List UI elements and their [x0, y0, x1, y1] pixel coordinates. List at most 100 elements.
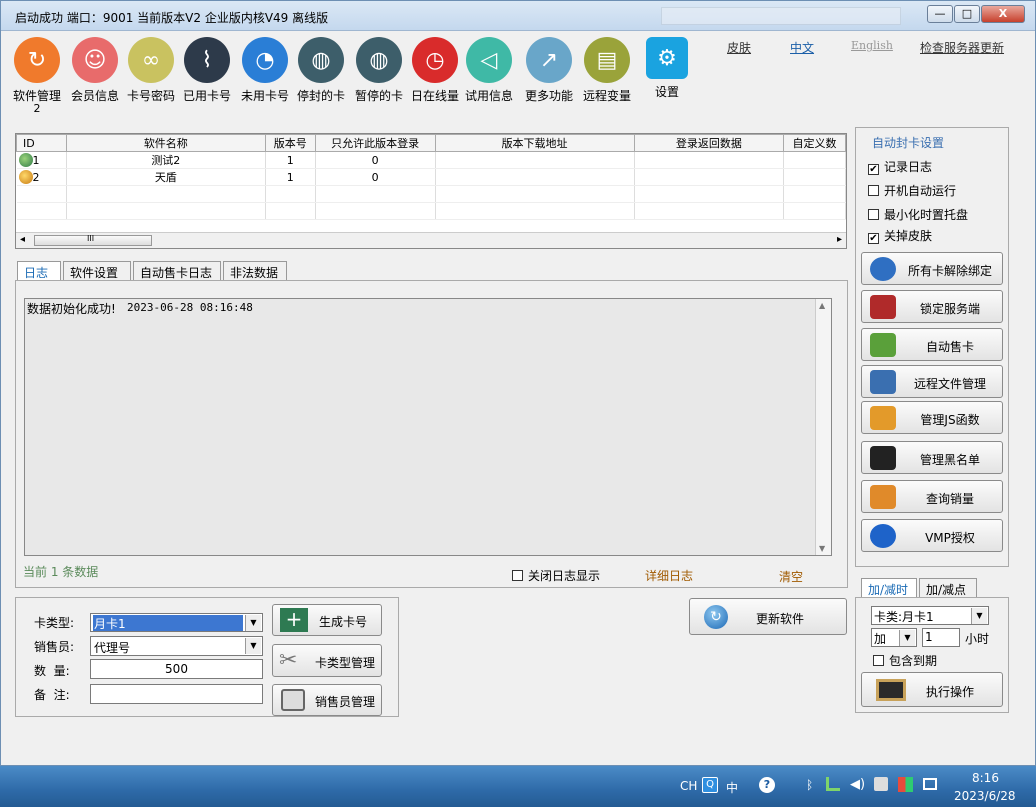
toolbar-item-0[interactable]: ↻ 软件管理 2: [9, 37, 65, 114]
scroll-left-arrow-icon[interactable]: ◂: [20, 234, 25, 245]
vmp-auth-button[interactable]: VMP授权: [861, 519, 1003, 552]
language-indicator[interactable]: CH: [680, 779, 697, 793]
auto-sell-button[interactable]: 自动售卡: [861, 328, 1003, 361]
log-vertical-scrollbar[interactable]: ▲ ▼: [815, 299, 831, 555]
toolbar-item-5[interactable]: ◍ 停封的卡: [293, 37, 349, 104]
card-type-select[interactable]: 月卡1 ▼: [90, 613, 263, 632]
scrollbar-thumb[interactable]: III: [34, 234, 152, 246]
toolbar-item-4[interactable]: ◔ 未用卡号: [237, 37, 293, 104]
seller-select[interactable]: 代理号 ▼: [90, 636, 263, 656]
setting-checkbox-0[interactable]: ✔ 记录日志: [868, 158, 932, 175]
close-button[interactable]: X: [981, 5, 1025, 23]
minimize-button[interactable]: —: [927, 5, 953, 23]
operation-select[interactable]: 加 ▼: [871, 628, 917, 647]
table-row[interactable]: 1 测试2 1 0: [16, 151, 846, 169]
setting-checkbox-1[interactable]: 开机自动运行: [868, 182, 956, 199]
horizontal-scrollbar[interactable]: ◂ III ▸: [16, 232, 846, 248]
globe-icon: [18, 153, 33, 167]
scroll-down-icon[interactable]: ▼: [819, 544, 825, 553]
setting-checkbox-2[interactable]: 最小化时置托盘: [868, 206, 968, 223]
lock-server-button[interactable]: 锁定服务端: [861, 290, 1003, 323]
ime-indicator[interactable]: 中: [726, 779, 738, 796]
action-center-icon[interactable]: [923, 778, 937, 790]
unbind-all-button[interactable]: 所有卡解除绑定: [861, 252, 1003, 285]
chevron-down-icon[interactable]: ▼: [245, 638, 261, 654]
close-log-checkbox[interactable]: 关闭日志显示: [512, 567, 600, 584]
english-link[interactable]: English: [851, 39, 893, 52]
toolbar-item-10[interactable]: ▤ 远程变量: [579, 37, 635, 104]
addsub-card-type-select[interactable]: 卡类:月卡1 ▼: [871, 606, 989, 625]
execute-button[interactable]: 执行操作: [861, 672, 1003, 707]
volume-icon[interactable]: ◀): [850, 777, 865, 792]
toolbar-item-8[interactable]: ◁ 试用信息: [461, 37, 517, 104]
tab-software-settings[interactable]: 软件设置: [63, 261, 131, 281]
toolbar-item-2[interactable]: ∞ 卡号密码: [123, 37, 179, 104]
software-table[interactable]: ID 软件名称 版本号 只允许此版本登录 版本下载地址 登录返回数据 自定义数 …: [15, 133, 847, 249]
windows-flag-icon[interactable]: [898, 777, 913, 792]
toolbar-item-6[interactable]: ◍ 暂停的卡: [351, 37, 407, 104]
network-icon[interactable]: [826, 777, 840, 791]
security-icon[interactable]: [874, 777, 888, 791]
toolbar-item-3[interactable]: ⌇ 已用卡号: [179, 37, 235, 104]
tab-illegal-data[interactable]: 非法数据: [223, 261, 287, 281]
title-search-box[interactable]: [661, 7, 901, 25]
amount-input[interactable]: 1: [922, 628, 960, 647]
check-update-link[interactable]: 检查服务器更新: [920, 39, 1004, 56]
tab-auto-sell-log[interactable]: 自动售卡日志: [133, 261, 221, 281]
search-icon[interactable]: Q: [702, 777, 718, 793]
skin-link[interactable]: 皮肤: [727, 39, 751, 56]
toolbar-item-7[interactable]: ◷ 日在线量: [407, 37, 463, 104]
row-name: 测试2: [66, 151, 266, 169]
toolbar-label: 停封的卡: [296, 89, 345, 103]
setting-checkbox-3[interactable]: ✔ 关掉皮肤: [868, 227, 932, 244]
scroll-up-icon[interactable]: ▲: [819, 301, 825, 310]
paperclip-icon: ⌇: [184, 37, 230, 83]
col-name[interactable]: 软件名称: [65, 134, 266, 152]
toolbar-item-9[interactable]: ↗ 更多功能: [521, 37, 577, 104]
main-toolbar: ↻ 软件管理 2 ☺ 会员信息 ∞ 卡号密码 ⌇ 已用卡号 ◔ 未用卡号 ◍ 停封的卡 ◍ 暂停的卡 ◷ 日在线…: [9, 37, 699, 115]
file-icon: [870, 370, 896, 394]
seller-manage-button[interactable]: 销售员管理: [272, 684, 382, 716]
scroll-right-arrow-icon[interactable]: ▸: [837, 234, 842, 245]
chevron-down-icon[interactable]: ▼: [971, 608, 987, 624]
clock-date[interactable]: 2023/6/28: [954, 789, 1016, 803]
note-input[interactable]: [90, 684, 263, 704]
chinese-link[interactable]: 中文: [790, 39, 814, 56]
chevron-down-icon[interactable]: ▼: [245, 615, 261, 631]
col-download-url[interactable]: 版本下载地址: [434, 134, 635, 152]
col-id[interactable]: ID: [16, 134, 67, 152]
remote-file-button[interactable]: 远程文件管理: [861, 365, 1003, 398]
toolbar-item-1[interactable]: ☺ 会员信息: [67, 37, 123, 104]
log-time: 2023-06-28 08:16:48: [127, 301, 253, 314]
tab-add-time[interactable]: 加/减时: [861, 578, 917, 598]
chevron-down-icon[interactable]: ▼: [899, 630, 915, 646]
include-expired-checkbox[interactable]: 包含到期: [873, 652, 937, 669]
quantity-input[interactable]: 500: [90, 659, 263, 679]
bluetooth-icon[interactable]: ᛒ: [806, 778, 813, 792]
card-type-manage-button[interactable]: ✂ 卡类型管理: [272, 644, 382, 677]
row-version: 1: [265, 168, 316, 186]
tab-add-points[interactable]: 加/减点: [919, 578, 977, 598]
detail-log-link[interactable]: 详细日志: [645, 567, 693, 584]
clock-time[interactable]: 8:16: [972, 771, 999, 785]
table-row-empty: [16, 202, 846, 220]
generate-cards-button[interactable]: + 生成卡号: [272, 604, 382, 636]
manage-js-button[interactable]: 管理JS函数: [861, 401, 1003, 434]
row-custom: [783, 168, 846, 186]
help-icon[interactable]: ?: [759, 777, 775, 793]
col-only-version[interactable]: 只允许此版本登录: [314, 134, 436, 152]
blacklist-button[interactable]: 管理黑名单: [861, 441, 1003, 474]
query-sales-button[interactable]: 查询销量: [861, 480, 1003, 513]
col-version[interactable]: 版本号: [264, 134, 316, 152]
log-textbox[interactable]: 数据初始化成功! 2023-06-28 08:16:48 ▲ ▼: [24, 298, 832, 556]
maximize-button[interactable]: □: [954, 5, 980, 23]
clear-link[interactable]: 清空: [779, 568, 803, 585]
table-row[interactable]: 2 天盾 1 0: [16, 168, 846, 186]
pie-icon: ◔: [242, 37, 288, 83]
tab-log[interactable]: 日志: [17, 261, 61, 281]
update-icon: ↻: [704, 605, 728, 629]
col-custom[interactable]: 自定义数: [783, 134, 846, 152]
col-login-return[interactable]: 登录返回数据: [633, 134, 785, 152]
toolbar-item-11[interactable]: ⚙ 设置: [639, 37, 695, 100]
update-software-button[interactable]: ↻ 更新软件: [689, 598, 847, 635]
